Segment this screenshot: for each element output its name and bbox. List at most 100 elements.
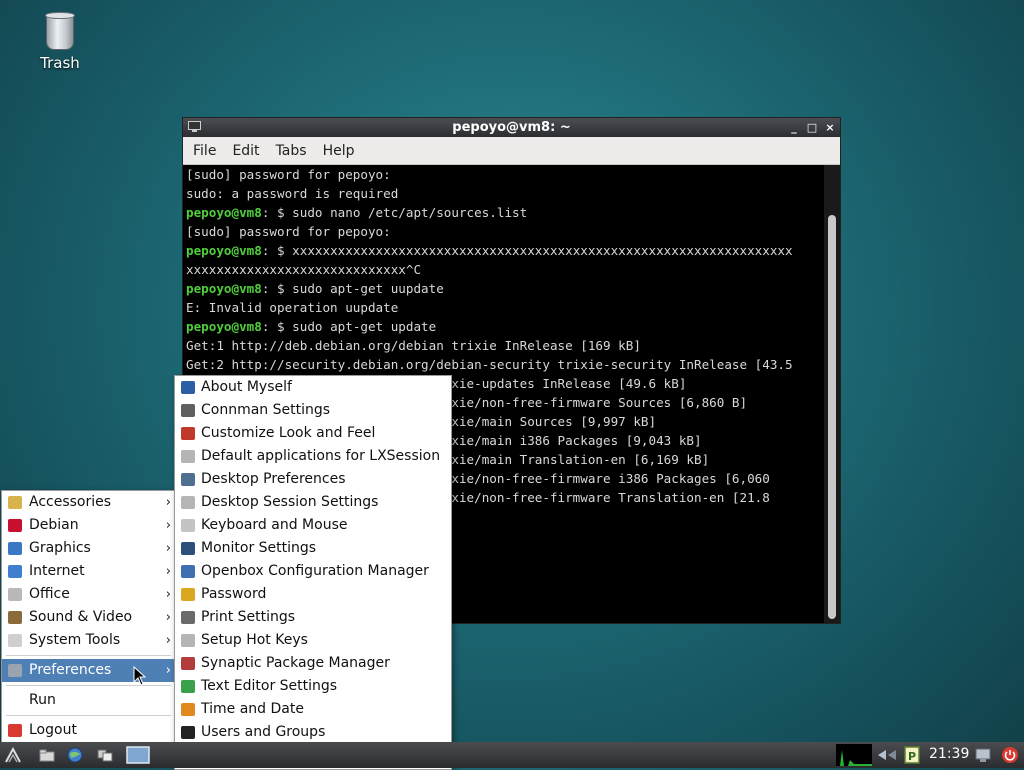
menu-item-time-and-date[interactable]: Time and Date — [175, 698, 451, 721]
menu-item-customize-look-and-feel[interactable]: Customize Look and Feel — [175, 422, 451, 445]
text-editor-icon — [181, 680, 195, 693]
shutdown-icon[interactable] — [1001, 746, 1019, 764]
connman-icon — [181, 404, 195, 417]
menu-item-label: Sound & Video — [29, 609, 133, 625]
mouse-pointer-icon — [133, 666, 147, 686]
synaptic-icon — [181, 657, 195, 670]
network-icon[interactable] — [876, 746, 898, 764]
menu-item-default-applications-for-lxsession[interactable]: Default applications for LXSession — [175, 445, 451, 468]
terminal-line: [sudo] password for pepoyo: — [186, 165, 826, 184]
terminal-app-icon — [188, 121, 201, 132]
menu-item-label: Desktop Session Settings — [201, 494, 379, 510]
menu-item-label: Setup Hot Keys — [201, 632, 308, 648]
cpu-graph-icon[interactable] — [836, 744, 872, 766]
file-manager-icon[interactable] — [38, 746, 56, 764]
menu-item-print-settings[interactable]: Print Settings — [175, 606, 451, 629]
volume-icon[interactable] — [974, 746, 992, 764]
terminal-text: xxxxxxxxxxxxxxxxxxxxxxxxxxxxx^C — [186, 262, 422, 277]
chevron-right-icon: › — [165, 541, 171, 556]
accessories-icon — [8, 496, 22, 509]
terminal-line: sudo: a password is required — [186, 184, 826, 203]
menu-item-synaptic-package-manager[interactable]: Synaptic Package Manager — [175, 652, 451, 675]
logout-icon — [8, 724, 22, 737]
menu-item-about-myself[interactable]: About Myself — [175, 376, 451, 399]
menu-item-openbox-configuration-manager[interactable]: Openbox Configuration Manager — [175, 560, 451, 583]
menu-edit[interactable]: Edit — [224, 143, 267, 159]
menu-item-accessories[interactable]: Accessories › — [2, 491, 175, 514]
menu-item-preferences[interactable]: Preferences › — [2, 659, 175, 682]
system-tools-icon — [8, 634, 22, 647]
menu-item-setup-hot-keys[interactable]: Setup Hot Keys — [175, 629, 451, 652]
globe-icon — [8, 565, 22, 578]
menu-help[interactable]: Help — [315, 143, 363, 159]
hotkeys-icon — [181, 634, 195, 647]
menu-item-label: Debian — [29, 517, 79, 533]
menu-item-label: Graphics — [29, 540, 91, 556]
menu-item-label: System Tools — [29, 632, 121, 648]
menu-item-label: Connman Settings — [201, 402, 331, 418]
terminal-line: pepoyo@vm8: $ sudo nano /etc/apt/sources… — [186, 203, 826, 222]
menu-item-connman-settings[interactable]: Connman Settings — [175, 399, 451, 422]
default-apps-icon — [181, 450, 195, 463]
minimize-button[interactable]: _ — [788, 118, 800, 137]
terminal-text: Get:2 http://security.debian.org/debian-… — [186, 357, 793, 372]
preferences-icon — [8, 664, 22, 677]
terminal-line: E: Invalid operation uupdate — [186, 298, 826, 317]
menu-item-run[interactable]: Run — [2, 689, 175, 712]
terminal-text: sudo: a password is required — [186, 186, 399, 201]
shell-prompt: pepoyo@vm8 — [186, 281, 262, 296]
menu-item-label: Desktop Preferences — [201, 471, 346, 487]
scrollbar-thumb[interactable] — [828, 215, 836, 619]
menu-item-users-and-groups[interactable]: Users and Groups — [175, 721, 451, 744]
terminal-line: [sudo] password for pepoyo: — [186, 222, 826, 241]
menu-item-debian[interactable]: Debian › — [2, 514, 175, 537]
chevron-right-icon: › — [165, 633, 171, 648]
panel-clock[interactable]: 21:39 — [929, 746, 969, 762]
menu-item-password[interactable]: Password — [175, 583, 451, 606]
menu-item-label: Default applications for LXSession — [201, 448, 441, 464]
menu-item-label: Accessories — [29, 494, 112, 510]
trash-label: Trash — [40, 54, 80, 72]
menu-item-logout[interactable]: Logout — [2, 719, 175, 742]
terminal-line: pepoyo@vm8: $ sudo apt-get uupdate — [186, 279, 826, 298]
chevron-right-icon: › — [165, 495, 171, 510]
workspace-icon[interactable] — [126, 746, 150, 764]
menu-item-desktop-session-settings[interactable]: Desktop Session Settings — [175, 491, 451, 514]
menu-item-label: Time and Date — [201, 701, 304, 717]
clipboard-icon[interactable]: P — [903, 746, 921, 764]
maximize-button[interactable]: □ — [806, 118, 818, 137]
terminal-titlebar[interactable]: pepoyo@vm8: ~ _ □ × — [183, 118, 840, 137]
menu-file[interactable]: File — [185, 143, 224, 159]
terminal-text: Get:1 http://deb.debian.org/debian trixi… — [186, 338, 641, 353]
menu-item-desktop-preferences[interactable]: Desktop Preferences — [175, 468, 451, 491]
menu-item-label: Logout — [29, 722, 77, 738]
menu-separator — [6, 715, 171, 716]
menu-item-system-tools[interactable]: System Tools › — [2, 629, 175, 652]
about-myself-icon — [181, 381, 195, 394]
debian-swirl-icon — [8, 519, 22, 532]
menu-item-label: Openbox Configuration Manager — [201, 563, 429, 579]
menu-item-keyboard-and-mouse[interactable]: Keyboard and Mouse — [175, 514, 451, 537]
trash-desktop-icon[interactable]: Trash — [30, 12, 90, 72]
menu-item-sound-and-video[interactable]: Sound & Video › — [2, 606, 175, 629]
svg-text:P: P — [908, 750, 916, 763]
menu-item-label: Monitor Settings — [201, 540, 317, 556]
terminal-line: pepoyo@vm8: $ sudo apt-get update — [186, 317, 826, 336]
show-desktop-icon[interactable] — [96, 746, 114, 764]
web-browser-icon[interactable] — [66, 746, 84, 764]
chevron-right-icon: › — [165, 663, 171, 678]
menu-item-office[interactable]: Office › — [2, 583, 175, 606]
menu-separator — [6, 655, 171, 656]
menu-item-graphics[interactable]: Graphics › — [2, 537, 175, 560]
terminal-line: Get:2 http://security.debian.org/debian-… — [186, 355, 826, 374]
shell-prompt: pepoyo@vm8 — [186, 319, 262, 334]
menu-tabs[interactable]: Tabs — [268, 143, 315, 159]
menu-item-monitor-settings[interactable]: Monitor Settings — [175, 537, 451, 560]
office-icon — [8, 588, 22, 601]
menu-logo-icon[interactable] — [4, 746, 22, 764]
menu-item-internet[interactable]: Internet › — [2, 560, 175, 583]
terminal-scrollbar[interactable] — [824, 165, 840, 623]
menu-item-text-editor-settings[interactable]: Text Editor Settings — [175, 675, 451, 698]
close-button[interactable]: × — [824, 118, 836, 137]
openbox-icon — [181, 565, 195, 578]
